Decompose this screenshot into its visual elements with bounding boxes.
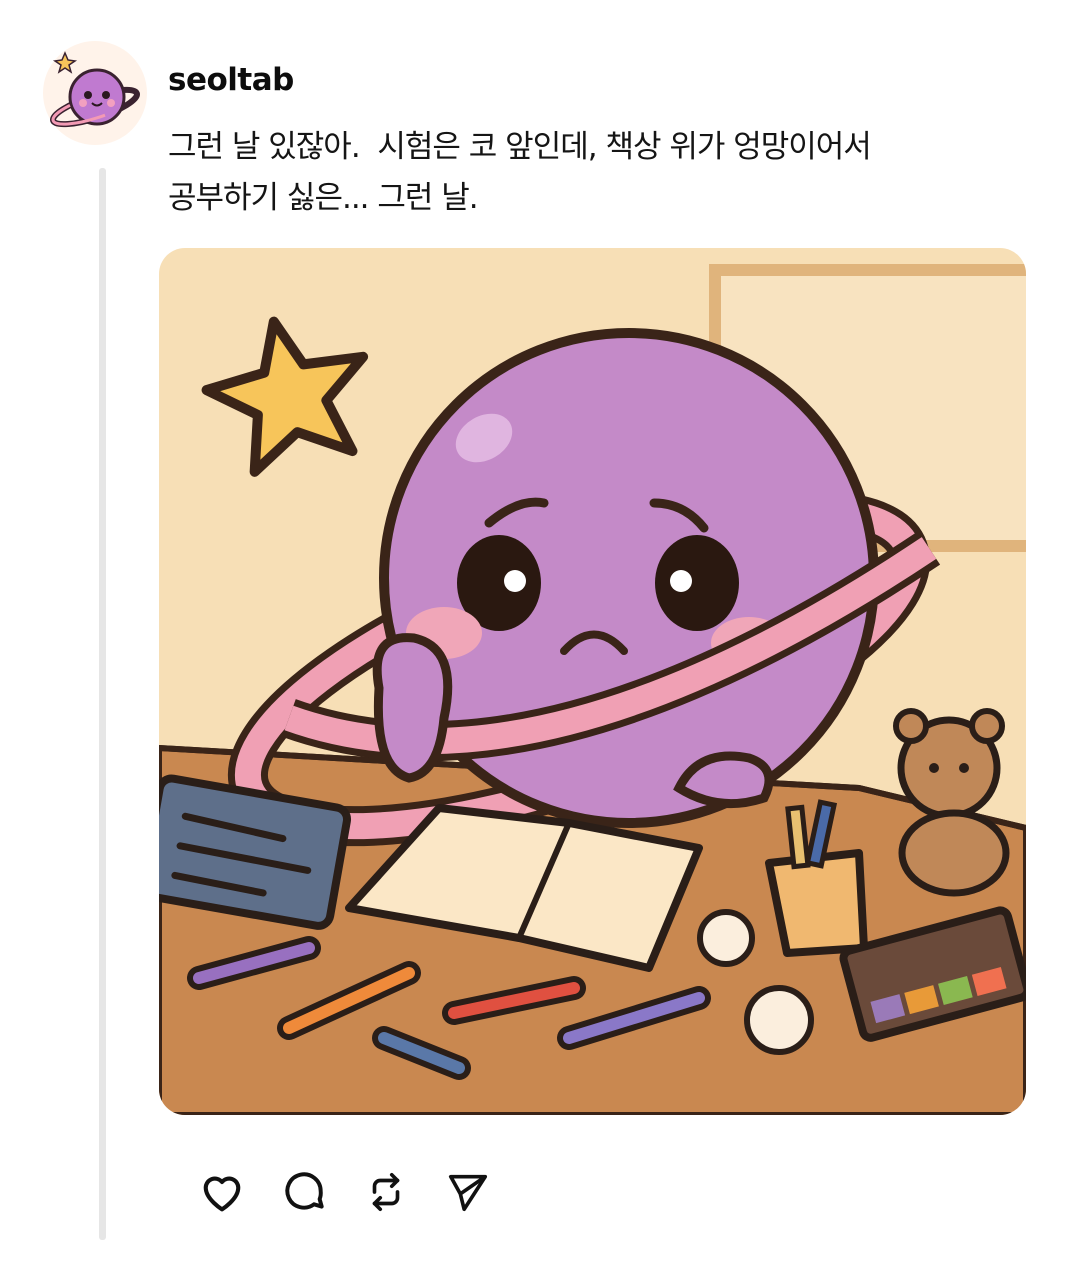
repost-icon: [372, 1172, 400, 1212]
post-image[interactable]: [159, 248, 1026, 1115]
send-icon: [448, 1174, 488, 1212]
post-text: 그런 날 있잖아. 시험은 코 앞인데, 책상 위가 엉망이어서 공부하기 싫은…: [168, 122, 1048, 224]
heart-icon: [203, 1176, 241, 1212]
action-bar: [181, 1150, 511, 1234]
like-button[interactable]: [181, 1152, 263, 1232]
thread-line: [99, 168, 106, 1240]
post-text-line: 그런 날 있잖아. 시험은 코 앞인데, 책상 위가 엉망이어서: [168, 129, 872, 165]
share-button[interactable]: [427, 1152, 509, 1232]
username[interactable]: seoltab: [168, 62, 294, 98]
avatar[interactable]: [43, 41, 147, 145]
repost-button[interactable]: [345, 1152, 427, 1232]
comment-bubble-icon: [285, 1172, 324, 1210]
post-text-line: 공부하기 싫은... 그런 날.: [168, 180, 479, 216]
comment-button[interactable]: [263, 1152, 345, 1232]
